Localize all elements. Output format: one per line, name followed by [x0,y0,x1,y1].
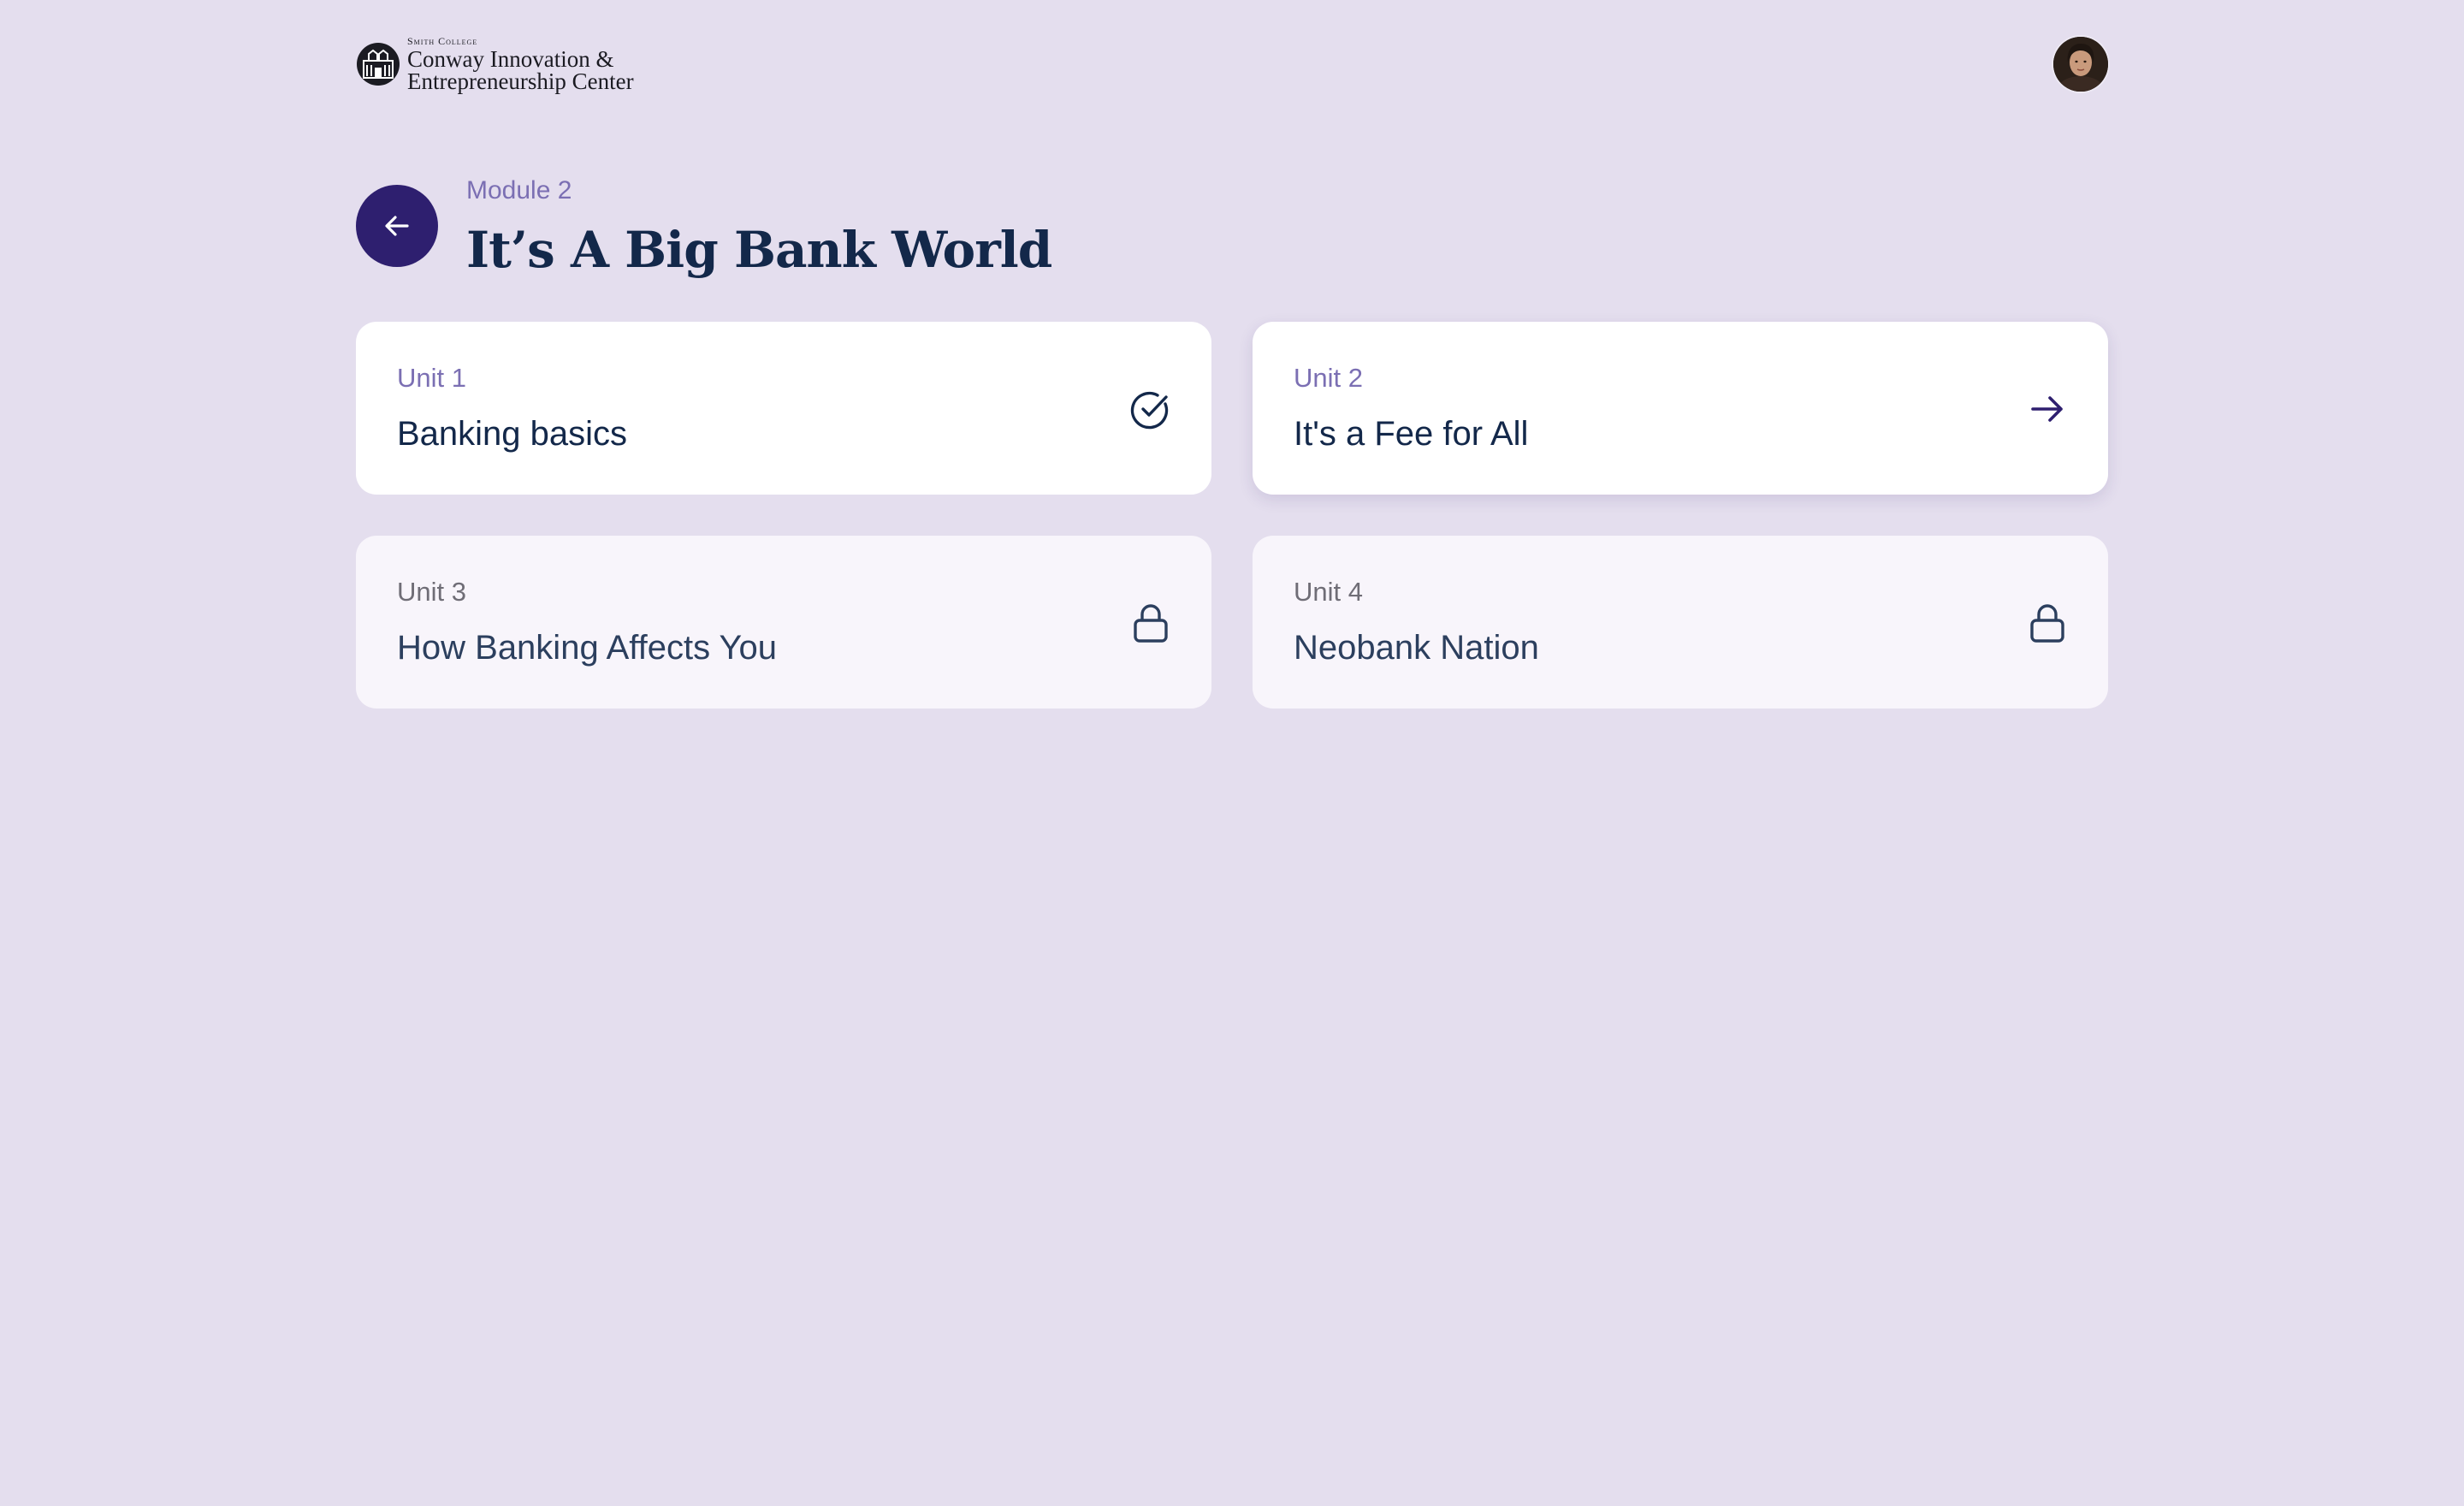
logo-line-1: Conway Innovation & [407,46,614,72]
lock-icon [2030,604,2064,643]
module-header: Module 2 It’s A Big Bank World [356,176,2108,279]
logo-line-2: Entrepreneurship Center [407,68,634,94]
check-circle-icon [1130,391,1169,430]
center-logo[interactable]: Smith College Conway Innovation & Entrep… [356,33,634,96]
back-button[interactable] [356,185,438,267]
module-label: Module 2 [466,176,572,205]
unit-number-label: Unit 4 [1294,577,1363,607]
unit-number-label: Unit 2 [1294,363,1363,393]
user-avatar[interactable] [2053,37,2108,92]
unit-title: How Banking Affects You [397,629,778,667]
units-grid: Unit 1 Banking basics Unit 2 It's a Fee … [356,322,2108,709]
arrow-right-icon [2031,396,2063,422]
logo-wordmark: Smith College Conway Innovation & Entrep… [407,35,634,94]
unit-card-1[interactable]: Unit 1 Banking basics [356,322,1211,495]
lock-icon [1134,604,1168,643]
unit-title: It's a Fee for All [1294,415,1529,453]
logo-college-name: Smith College [407,35,478,47]
avatar-portrait-icon [2053,37,2108,92]
unit-number-label: Unit 1 [397,363,466,393]
top-header: Smith College Conway Innovation & Entrep… [356,33,2108,96]
unit-card-3: Unit 3 How Banking Affects You [356,536,1211,709]
unit-number-label: Unit 3 [397,577,466,607]
unit-title: Banking basics [397,415,628,453]
unit-title: Neobank Nation [1294,629,1539,667]
building-seal-icon [357,43,400,86]
unit-card-4: Unit 4 Neobank Nation [1253,536,2108,709]
unit-card-2[interactable]: Unit 2 It's a Fee for All [1253,322,2108,495]
arrow-left-icon [385,216,409,236]
page-title: It’s A Big Bank World [466,221,1052,279]
